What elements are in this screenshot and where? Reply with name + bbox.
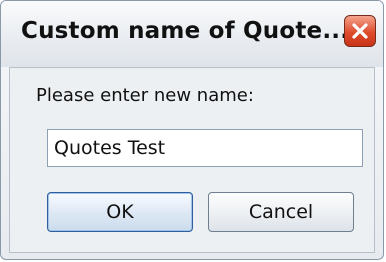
dialog-body: Please enter new name: OK Cancel [9,67,375,253]
name-input[interactable] [47,129,363,167]
close-icon [352,23,368,39]
cancel-button-label: Cancel [248,201,314,223]
ok-button[interactable]: OK [47,192,193,232]
dialog-title: Custom name of Quote... [21,18,350,44]
ok-button-label: OK [106,201,134,223]
close-button[interactable] [344,15,376,47]
prompt-label: Please enter new name: [36,85,254,106]
title-bar: Custom name of Quote... [1,1,383,67]
dialog-window: Custom name of Quote... Please enter new… [0,0,384,260]
cancel-button[interactable]: Cancel [208,192,354,232]
